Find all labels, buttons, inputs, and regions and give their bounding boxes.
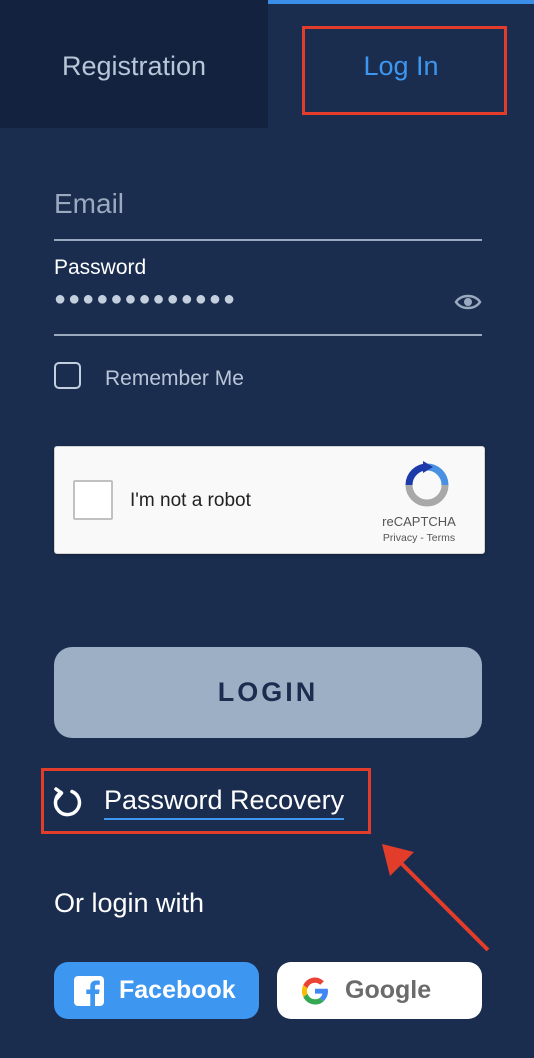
login-tab-highlight bbox=[302, 26, 507, 115]
recaptcha-brand: reCAPTCHA bbox=[382, 514, 456, 529]
google-label: Google bbox=[345, 976, 432, 1004]
login-button[interactable]: LOGIN bbox=[54, 647, 482, 738]
remember-me-checkbox[interactable] bbox=[54, 362, 81, 389]
refresh-icon[interactable] bbox=[52, 786, 84, 818]
email-field[interactable]: Email bbox=[54, 178, 482, 241]
password-value: ●●●●●●●●●●●●● bbox=[54, 288, 238, 310]
facebook-icon bbox=[74, 976, 104, 1006]
remember-me-label: Remember Me bbox=[105, 367, 244, 390]
email-placeholder: Email bbox=[54, 188, 125, 219]
tab-registration[interactable]: Registration bbox=[0, 0, 268, 128]
eye-icon[interactable] bbox=[454, 291, 482, 313]
facebook-login-button[interactable]: Facebook bbox=[54, 962, 259, 1019]
recaptcha-links[interactable]: Privacy - Terms bbox=[355, 532, 483, 544]
google-login-button[interactable]: Google bbox=[277, 962, 482, 1019]
password-label: Password bbox=[54, 256, 147, 279]
recaptcha-widget: I'm not a robot reCAPTCHA Privacy - Term… bbox=[54, 446, 485, 554]
recaptcha-label: I'm not a robot bbox=[130, 490, 251, 511]
recaptcha-checkbox[interactable] bbox=[73, 480, 113, 520]
social-login-heading: Or login with bbox=[54, 888, 205, 918]
password-recovery-link[interactable]: Password Recovery bbox=[104, 785, 345, 820]
recaptcha-icon bbox=[405, 461, 449, 507]
facebook-label: Facebook bbox=[119, 976, 236, 1004]
google-icon bbox=[302, 977, 328, 1005]
annotation-arrow bbox=[382, 844, 490, 952]
tab-registration-label: Registration bbox=[61, 50, 207, 81]
password-field[interactable]: ●●●●●●●●●●●●● bbox=[54, 286, 482, 336]
